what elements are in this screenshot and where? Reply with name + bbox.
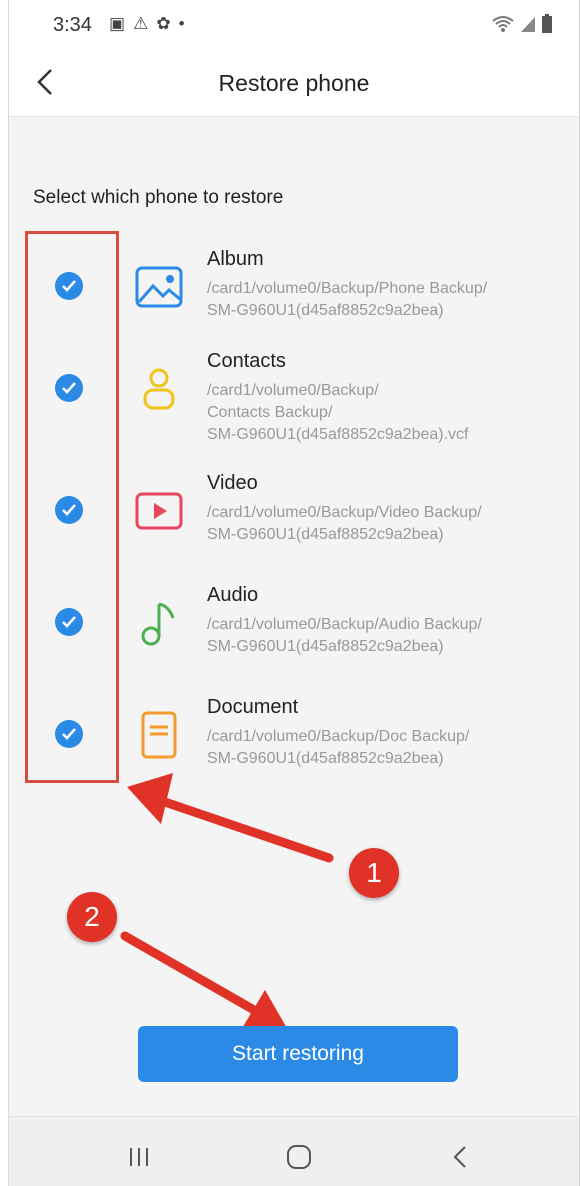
annotation-arrows <box>120 773 334 1030</box>
home-button[interactable] <box>269 1117 329 1186</box>
recent-apps-button[interactable] <box>109 1117 169 1186</box>
annotation-badge-2: 2 <box>67 892 117 942</box>
nav-back-icon <box>453 1146 466 1168</box>
home-icon <box>287 1145 311 1169</box>
annotation-badge-1: 1 <box>349 848 399 898</box>
navigation-bar <box>9 1116 579 1186</box>
recent-apps-icon <box>130 1148 148 1166</box>
nav-back-button[interactable] <box>431 1117 491 1186</box>
annotation-arrow-1 <box>127 773 334 863</box>
start-restoring-button[interactable]: Start restoring <box>138 1026 458 1082</box>
annotation-arrow-2 <box>120 931 288 1030</box>
phone-screen: 3:34 ▣⚠✿• Restore phone Select which pho… <box>8 0 580 1186</box>
